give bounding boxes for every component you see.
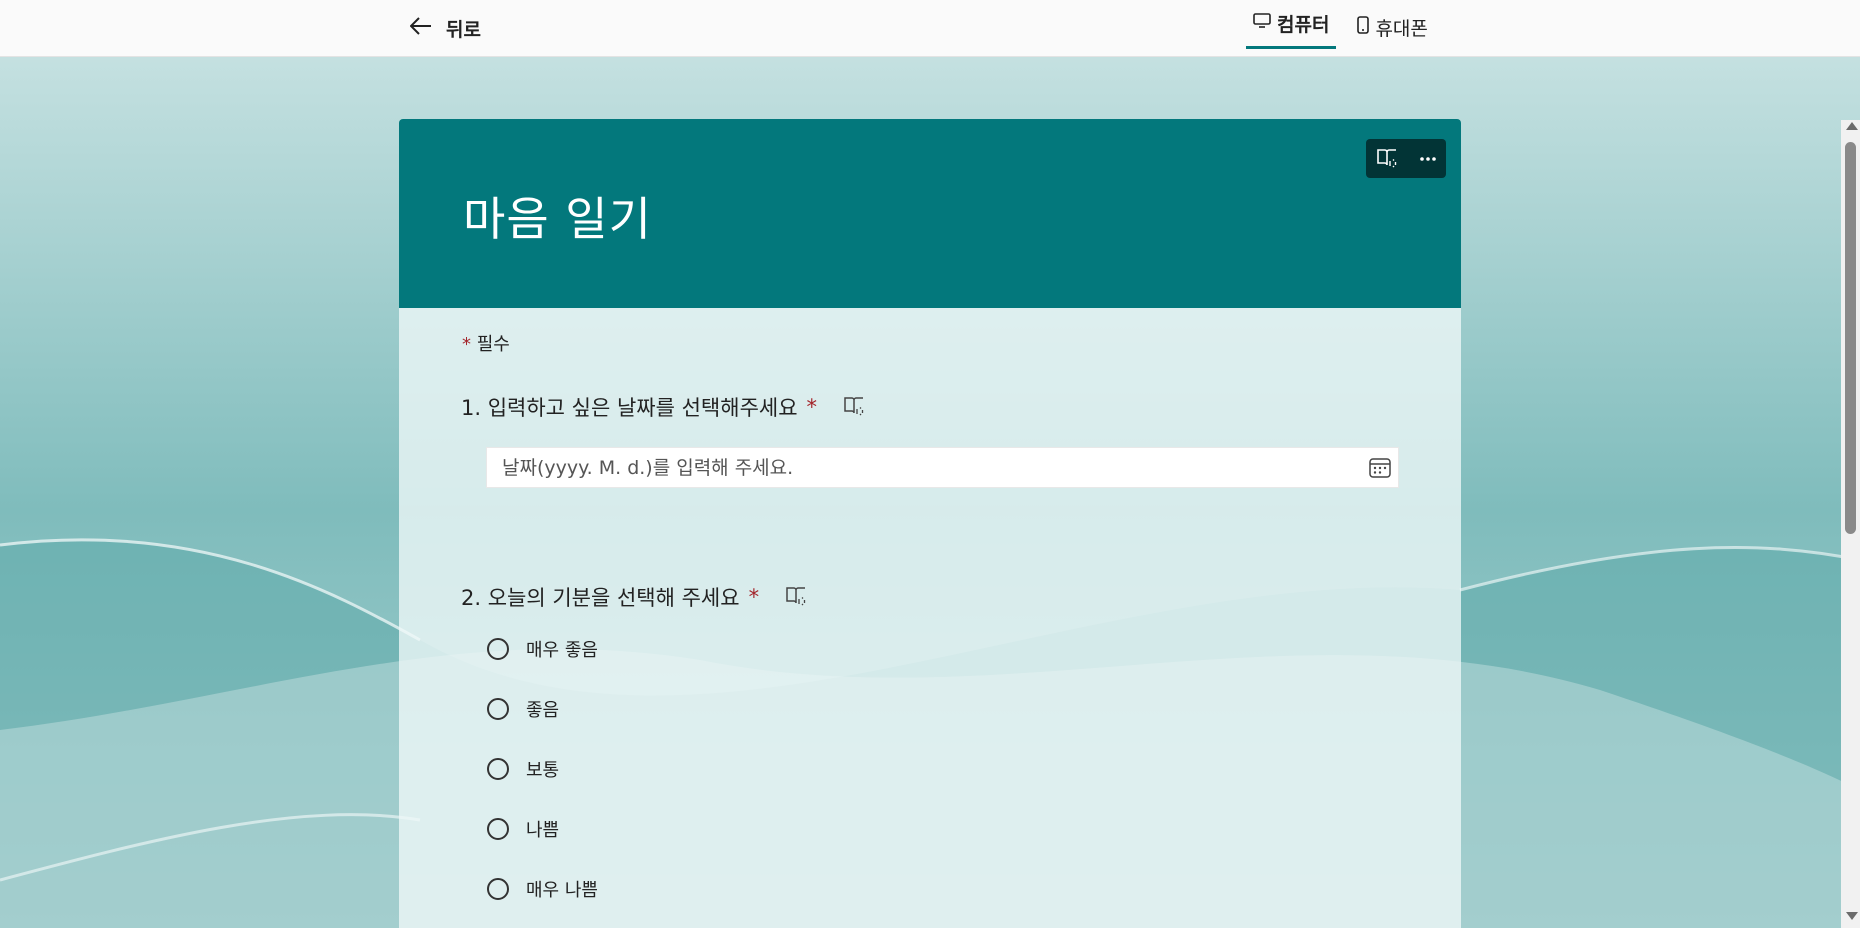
- immersive-reader-icon[interactable]: [843, 396, 867, 418]
- mood-option[interactable]: 좋음: [487, 696, 559, 722]
- question-2-title: 2. 오늘의 기분을 선택해 주세요 *: [461, 582, 809, 612]
- mood-option[interactable]: 매우 나쁨: [487, 876, 598, 902]
- immersive-reader-icon[interactable]: [785, 586, 809, 608]
- scroll-up-arrow[interactable]: [1846, 122, 1858, 130]
- required-star: *: [462, 334, 471, 355]
- arrow-left-icon: [409, 16, 446, 40]
- radio-button[interactable]: [487, 638, 509, 660]
- radio-button[interactable]: [487, 818, 509, 840]
- monitor-icon: [1253, 12, 1277, 34]
- tab-phone-label: 휴대폰: [1375, 17, 1428, 40]
- required-note-label: 필수: [476, 334, 510, 355]
- phone-icon: [1357, 15, 1375, 39]
- immersive-reader-icon[interactable]: [1376, 148, 1400, 170]
- option-label: 매우 좋음: [526, 640, 598, 661]
- date-field: [486, 447, 1399, 488]
- date-input[interactable]: [487, 448, 1362, 487]
- question-2-label: 2. 오늘의 기분을 선택해 주세요: [461, 586, 740, 610]
- more-dots-icon[interactable]: [1419, 156, 1437, 162]
- option-label: 보통: [526, 760, 560, 781]
- mood-option[interactable]: 보통: [487, 756, 559, 782]
- scrollbar-thumb[interactable]: [1845, 142, 1856, 534]
- form-title: 마음 일기: [463, 192, 652, 246]
- radio-button[interactable]: [487, 758, 509, 780]
- form-body: * 필수 1. 입력하고 싶은 날짜를 선택해주세요 * 2. 오늘의 기분을 …: [399, 308, 1461, 928]
- back-button[interactable]: 뒤로: [409, 10, 481, 46]
- question-1-title: 1. 입력하고 싶은 날짜를 선택해주세요 *: [461, 392, 867, 422]
- form-card: 마음 일기 * 필수 1. 입력하고 싶은 날짜를 선택해주세요 * 날짜(yy…: [399, 119, 1461, 928]
- question-2-required-star: *: [748, 585, 760, 609]
- question-1-label: 1. 입력하고 싶은 날짜를 선택해주세요: [461, 396, 798, 420]
- option-label: 나쁨: [526, 820, 560, 841]
- option-label: 좋음: [526, 700, 560, 721]
- tab-computer[interactable]: 컴퓨터: [1246, 0, 1337, 49]
- radio-button[interactable]: [487, 698, 509, 720]
- calendar-icon[interactable]: [1369, 457, 1391, 483]
- mood-option[interactable]: 매우 좋음: [487, 636, 598, 662]
- back-label: 뒤로: [446, 18, 481, 41]
- required-note: * 필수: [462, 330, 510, 356]
- mood-option[interactable]: 나쁨: [487, 816, 559, 842]
- option-label: 매우 나쁨: [526, 880, 598, 901]
- header-toolbar: [1366, 139, 1446, 178]
- form-header: 마음 일기: [399, 119, 1461, 308]
- question-1-required-star: *: [806, 395, 818, 419]
- scroll-down-arrow[interactable]: [1846, 912, 1858, 920]
- tab-computer-label: 컴퓨터: [1277, 13, 1330, 36]
- top-bar: 뒤로 컴퓨터 휴대폰: [0, 0, 1860, 57]
- tab-phone[interactable]: 휴대폰: [1350, 0, 1434, 54]
- view-mode-tabs: 컴퓨터 휴대폰: [1246, 0, 1449, 56]
- radio-button[interactable]: [487, 878, 509, 900]
